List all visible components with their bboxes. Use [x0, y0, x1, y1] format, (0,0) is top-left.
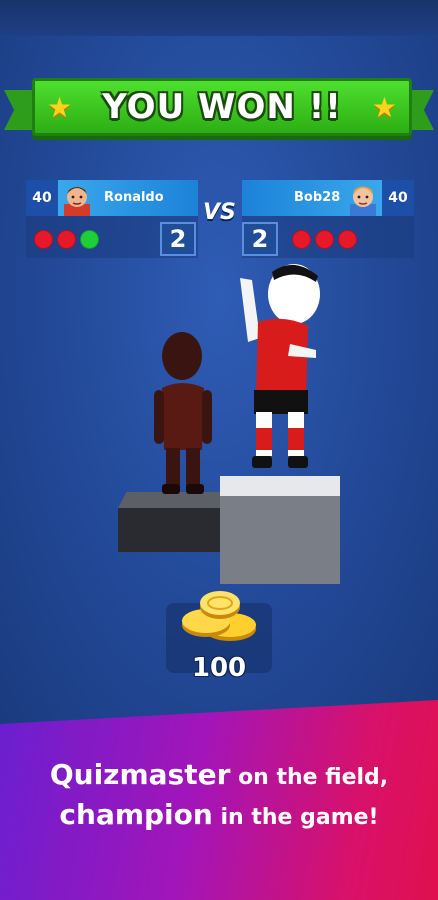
coin-reward-box: 100 — [166, 591, 272, 683]
star-icon: ★ — [371, 91, 397, 124]
player-level: 40 — [26, 180, 58, 216]
tagline-text: on the field, — [230, 765, 389, 790]
answers-row-left: 2 — [26, 222, 198, 256]
answer-dot — [338, 230, 357, 249]
tagline-emphasis: Quizmaster — [49, 758, 231, 791]
player-score: 2 — [242, 222, 278, 256]
podium-top — [220, 476, 340, 496]
answer-dot — [57, 230, 76, 249]
avatar-icon — [350, 186, 376, 216]
coin-amount: 100 — [191, 653, 247, 683]
avatar-icon — [64, 187, 90, 216]
tagline-line-1: Quizmaster on the field, — [0, 758, 438, 791]
top-bar — [0, 0, 438, 36]
answer-dot — [315, 230, 334, 249]
podium-first — [220, 476, 340, 584]
answers-row-right: 2 — [242, 222, 414, 256]
answer-dot — [292, 230, 311, 249]
answer-dots — [292, 230, 357, 249]
answer-dot — [80, 230, 99, 249]
tagline-text: in the game! — [212, 805, 379, 830]
coin-stack-icon — [182, 591, 256, 641]
tagline-line-2: champion in the game! — [0, 798, 438, 831]
podium-front — [118, 508, 224, 552]
answer-dot — [34, 230, 53, 249]
player-score: 2 — [160, 222, 196, 256]
player-level: 40 — [382, 180, 414, 216]
podium-second — [118, 492, 224, 552]
winning-player-figure — [240, 264, 320, 468]
player-card-right: Bob28 40 — [242, 180, 414, 216]
banner-title: YOU WON !! — [102, 87, 342, 127]
answer-dots — [34, 230, 99, 249]
tagline-emphasis: champion — [59, 798, 213, 831]
podium-front — [220, 496, 340, 584]
result-banner: ★ YOU WON !! ★ — [0, 72, 438, 142]
banner-body: ★ YOU WON !! ★ — [32, 78, 412, 136]
losing-player-figure — [154, 332, 212, 494]
player-card-left: 40 Ronaldo — [26, 180, 198, 216]
vs-label: VS — [203, 200, 236, 225]
